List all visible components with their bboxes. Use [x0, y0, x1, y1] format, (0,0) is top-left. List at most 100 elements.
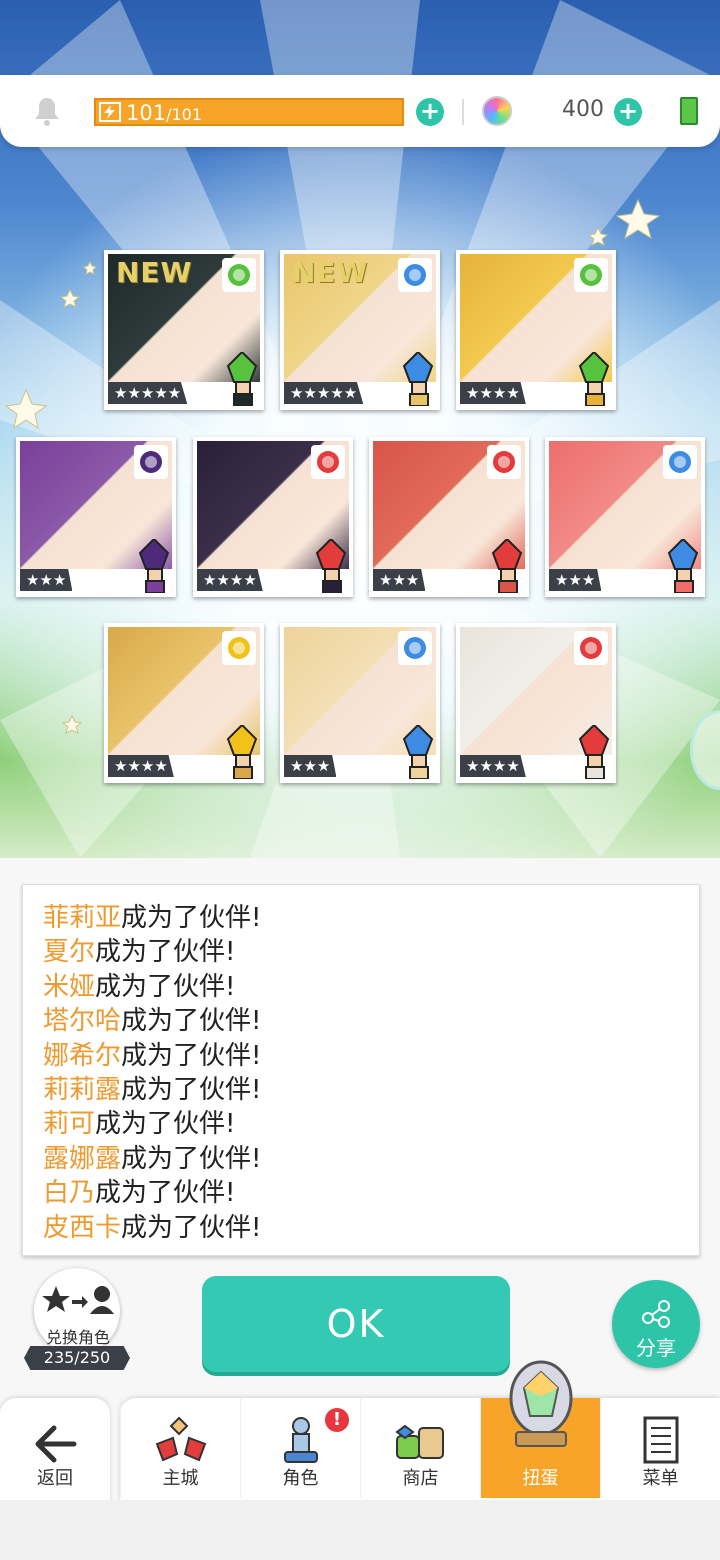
add-stamina-button[interactable]: + [416, 98, 444, 126]
notification-bell-icon[interactable] [32, 95, 62, 127]
add-gem-button[interactable]: + [614, 98, 642, 126]
tab-label: 角色 [282, 1468, 319, 1489]
character-card[interactable]: ★★★★ [456, 623, 616, 783]
back-button[interactable]: 返回 [0, 1398, 110, 1502]
message-text: 成为了伙伴! [121, 903, 262, 933]
tab-label: 商店 [402, 1468, 439, 1489]
character-name: 塔尔哈 [43, 1006, 122, 1037]
pixel-sprite [574, 723, 612, 779]
star-rating: ★★★★★ [108, 382, 188, 404]
nav-tabs: 主城 ! 角色 商店 扭蛋 菜单 [120, 1360, 720, 1502]
lightning-icon [99, 102, 121, 122]
message-text: 成为了伙伴! [121, 1143, 262, 1174]
tab-castle[interactable]: 主城 [120, 1398, 240, 1498]
character-name: 莉莉露 [43, 1075, 122, 1106]
character-card[interactable]: ★★★★ [104, 623, 264, 783]
star-rating: ★★★ [284, 755, 337, 777]
message-text: 成为了伙伴! [121, 1040, 262, 1071]
wind-element-icon [222, 258, 256, 292]
shop-icon [395, 1424, 444, 1459]
character-name: 白乃 [43, 1178, 96, 1209]
stamina-bar: 101/101 [94, 98, 404, 126]
pixel-sprite [398, 723, 436, 779]
back-arrow-icon [35, 1425, 77, 1463]
water-element-icon [663, 445, 697, 479]
message-text: 成为了伙伴! [121, 1075, 262, 1106]
wind-element-icon [574, 258, 608, 292]
character-card[interactable]: ★★★★★ NEW [104, 250, 264, 410]
message-line: 莉莉露成为了伙伴! [43, 1073, 679, 1107]
star-rating: ★★★★★ [284, 382, 364, 404]
message-text: 成为了伙伴! [121, 1006, 262, 1037]
tab-label: 主城 [162, 1468, 199, 1489]
character-card[interactable]: ★★★★★ NEW [280, 250, 440, 410]
pixel-sprite [222, 350, 260, 406]
message-line: 米娅成为了伙伴! [43, 970, 679, 1004]
tab-label: 菜单 [642, 1468, 679, 1489]
swap-character-button[interactable]: 兑换角色 235/250 [24, 1268, 130, 1372]
message-text: 成为了伙伴! [95, 1178, 236, 1209]
pixel-sprite [134, 537, 172, 593]
ok-button[interactable]: OK [202, 1276, 510, 1372]
fire-element-icon [574, 631, 608, 665]
swap-label: 兑换角色 [45, 1328, 110, 1347]
pixel-sprite [311, 537, 349, 593]
character-card[interactable]: ★★★ [369, 437, 529, 597]
system-nav-strip [0, 1500, 720, 1560]
battery-icon [680, 97, 698, 125]
pixel-sprite [398, 350, 436, 406]
notification-badge: ! [323, 1406, 351, 1434]
pixel-sprite [574, 350, 612, 406]
character-name: 菲莉亚 [43, 903, 122, 933]
pixel-sprite [663, 537, 701, 593]
castle-icon [155, 1416, 207, 1462]
tab-character[interactable]: ! 角色 [240, 1398, 360, 1498]
character-name: 莉可 [43, 1109, 96, 1140]
swap-count: 235/250 [24, 1346, 130, 1370]
character-icon [284, 1417, 318, 1463]
tab-label: 扭蛋 [522, 1468, 559, 1489]
share-button[interactable]: 分享 [612, 1280, 700, 1368]
thunder-element-icon [222, 631, 256, 665]
gacha-icon [509, 1360, 573, 1447]
star-rating: ★★★★ [460, 755, 526, 777]
message-line: 菲莉亚成为了伙伴! [43, 901, 679, 935]
character-card[interactable]: ★★★★ [193, 437, 353, 597]
character-card[interactable]: ★★★ [545, 437, 705, 597]
message-line: 皮西卡成为了伙伴! [43, 1211, 679, 1245]
message-text: 成为了伙伴! [121, 1212, 262, 1243]
message-text: 成为了伙伴! [95, 1109, 236, 1140]
character-name: 米娅 [43, 971, 96, 1002]
message-line: 塔尔哈成为了伙伴! [43, 1004, 679, 1038]
fire-element-icon [487, 445, 521, 479]
dark-element-icon [134, 445, 168, 479]
message-line: 莉可成为了伙伴! [43, 1107, 679, 1141]
character-card[interactable]: ★★★ [16, 437, 176, 597]
fire-element-icon [311, 445, 345, 479]
result-message-box[interactable]: 菲莉亚成为了伙伴! 夏尔成为了伙伴! 米娅成为了伙伴! 塔尔哈成为了伙伴! 娜希尔成为了… [22, 884, 700, 1256]
tab-gacha[interactable]: 扭蛋 [480, 1360, 600, 1498]
character-card[interactable]: ★★★ [280, 623, 440, 783]
tab-menu[interactable]: 菜单 [600, 1398, 720, 1498]
message-line: 夏尔成为了伙伴! [43, 935, 679, 969]
character-name: 露娜露 [43, 1143, 122, 1174]
star-rating: ★★★★ [460, 382, 526, 404]
message-list: 菲莉亚成为了伙伴! 夏尔成为了伙伴! 米娅成为了伙伴! 塔尔哈成为了伙伴! 娜希尔成为了… [43, 901, 679, 1245]
share-label: 分享 [636, 1336, 676, 1360]
bottom-navigation: 返回 主城 ! 角色 商店 扭蛋 菜单 [0, 1360, 720, 1502]
message-line: 露娜露成为了伙伴! [43, 1142, 679, 1176]
character-card[interactable]: ★★★★ [456, 250, 616, 410]
star-rating: ★★★ [549, 569, 602, 591]
message-line: 白乃成为了伙伴! [43, 1176, 679, 1210]
message-line: 娜希尔成为了伙伴! [43, 1039, 679, 1073]
tab-shop[interactable]: 商店 [360, 1398, 480, 1498]
new-label: NEW [292, 256, 369, 289]
status-bar: 101/101 + 400 + [0, 75, 720, 147]
stamina-value: 101/101 [126, 101, 203, 125]
gacha-result-screen: { "status": { "stamina_current": "101", … [0, 0, 720, 1560]
menu-icon [643, 1416, 679, 1464]
pixel-sprite [487, 537, 525, 593]
star-rating: ★★★★ [108, 755, 174, 777]
rainbow-gem-icon [482, 96, 512, 126]
star-rating: ★★★ [20, 569, 73, 591]
